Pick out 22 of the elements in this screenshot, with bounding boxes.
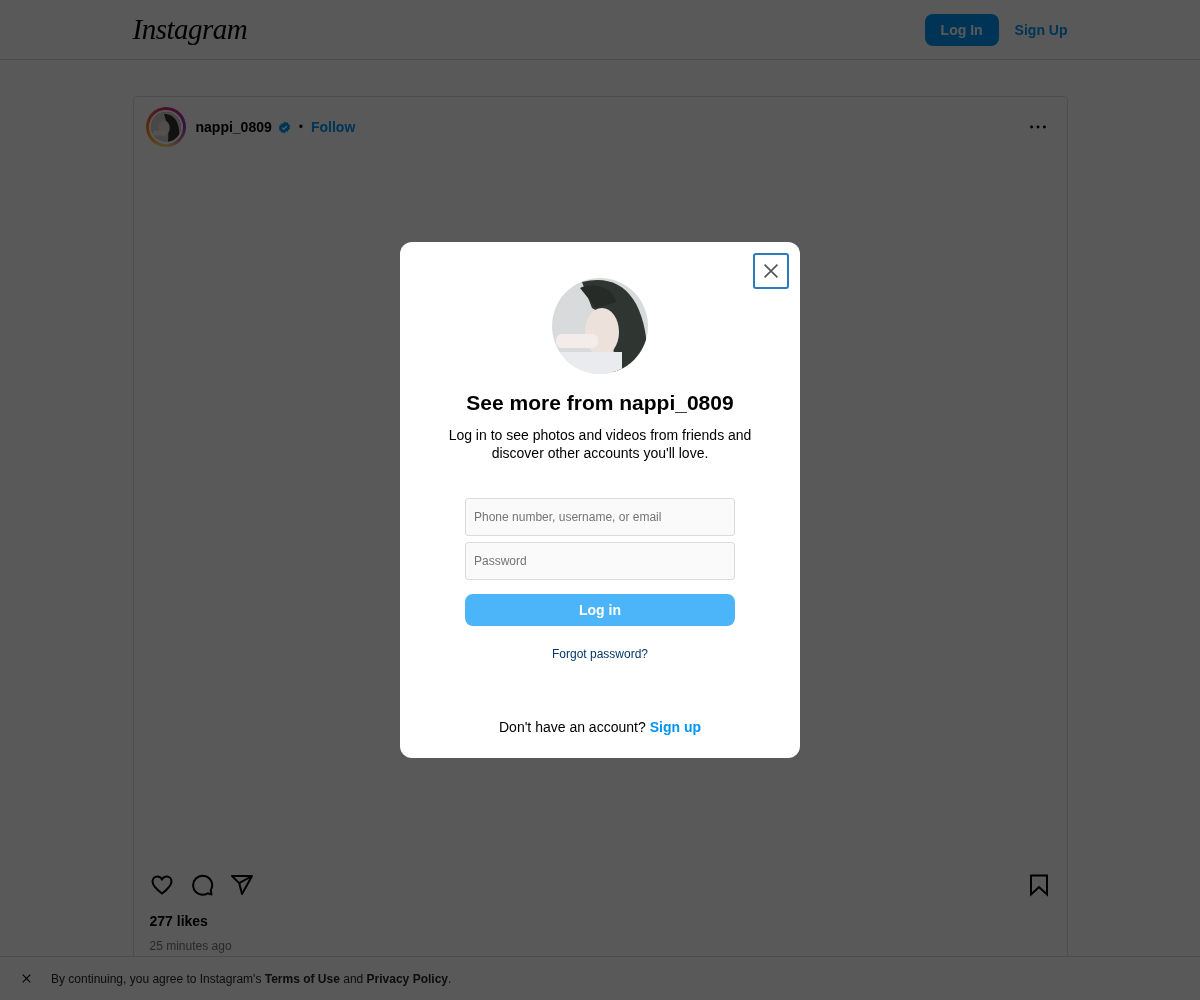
login-button[interactable]: Log In	[924, 13, 999, 46]
heart-icon[interactable]	[149, 873, 174, 897]
forgot-password-link[interactable]: Forgot password?	[551, 647, 648, 661]
close-button[interactable]	[753, 253, 789, 289]
separator: •	[298, 120, 303, 134]
send-icon[interactable]	[229, 873, 254, 897]
avatar-ring[interactable]	[145, 107, 186, 147]
dialog-title: See more from nappi_0809	[466, 391, 734, 415]
consent-text: By continuing, you agree to Instagram's Terms of Use and Privacy Policy.	[51, 971, 452, 986]
follow-link[interactable]: Follow	[310, 119, 356, 135]
username-field[interactable]: Phone number, username, or email	[465, 498, 735, 536]
signup-prompt: Don't have an account?	[499, 719, 646, 735]
close-icon[interactable]	[20, 972, 33, 985]
dialog-subtitle: Log in to see photos and videos from friends and discover other accounts you'll love.	[447, 426, 753, 462]
signup-link[interactable]: Sign up	[649, 719, 701, 735]
comment-icon[interactable]	[189, 873, 214, 897]
likes-count[interactable]: 277 likes	[133, 903, 1067, 929]
password-field[interactable]: Password	[465, 542, 735, 580]
login-button[interactable]: Log in	[465, 594, 735, 626]
logo[interactable]: Instagram	[132, 13, 248, 46]
signup-link[interactable]: Sign Up	[1014, 21, 1068, 38]
username[interactable]: nappi_0809	[195, 119, 272, 135]
